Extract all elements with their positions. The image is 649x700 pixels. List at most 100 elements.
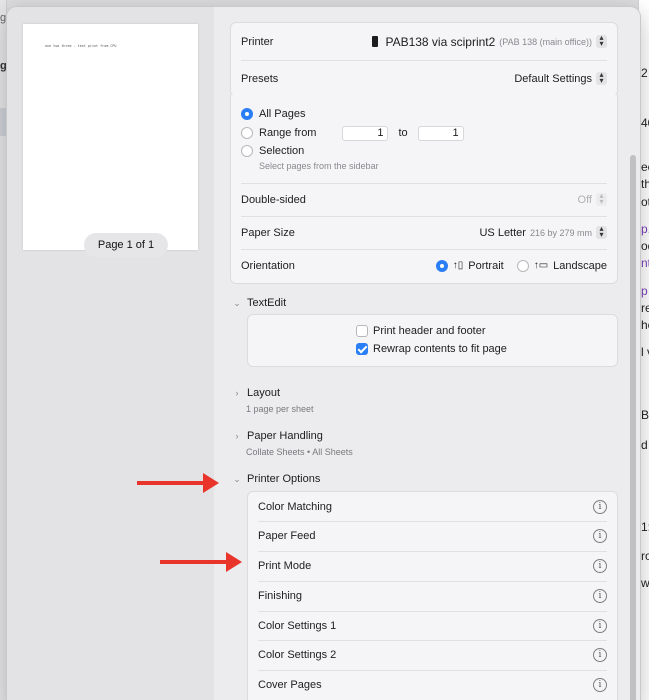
printer-name: PAB138 via sciprint2	[385, 34, 496, 49]
landscape-radio[interactable]	[516, 259, 529, 272]
printer-option-label: Color Settings 1	[258, 619, 337, 632]
printer-option-label: Finishing	[258, 590, 303, 602]
double-sided-row[interactable]: Double-sided Off ▴ ▾	[231, 183, 617, 216]
header-footer-option[interactable]: Print header and footer	[356, 325, 486, 337]
printer-option-row[interactable]: Finishing i	[248, 581, 617, 611]
layout-section-header[interactable]: › Layout	[233, 387, 281, 399]
info-icon[interactable]: i	[593, 618, 607, 633]
printer-option-row[interactable]: Paper Feed i	[248, 521, 617, 551]
portrait-icon: ↑▯	[452, 260, 464, 271]
background-text-fragment: g	[0, 12, 7, 24]
range-radio[interactable]	[241, 127, 253, 139]
background-text-fragment: d	[641, 438, 648, 452]
printer-option-row[interactable]: Color Settings 1 i	[248, 611, 617, 640]
printer-option-label: Color Matching	[258, 500, 332, 513]
paper-size-popup[interactable]: US Letter 216 by 279 mm ▴ ▾	[479, 225, 607, 239]
printer-option-label: Cover Pages	[258, 679, 322, 691]
background-text-fragment: ro	[641, 549, 649, 563]
textedit-card: Print header and footer Rewrap contents …	[247, 314, 618, 367]
background-text-fragment: re	[641, 301, 649, 315]
background-text-fragment: nte	[641, 256, 649, 270]
scrollbar-thumb[interactable]	[630, 155, 636, 700]
portrait-radio[interactable]	[435, 259, 448, 272]
background-text-fragment: g	[0, 60, 7, 72]
presets-popup[interactable]: Default Settings ▴ ▾	[514, 71, 607, 85]
double-sided-popup[interactable]: Off ▴ ▾	[577, 192, 607, 206]
background-selection-bar	[0, 108, 7, 136]
printer-options-section-header[interactable]: ⌄ Printer Options	[233, 473, 320, 485]
presets-row[interactable]: Presets Default Settings ▴ ▾	[231, 60, 617, 97]
preview-text: one two three - test print from CPU	[45, 44, 117, 48]
printer-detail: (PAB 138 (main office))	[499, 36, 592, 47]
header-footer-checkbox[interactable]	[356, 325, 368, 337]
rewrap-label: Rewrap contents to fit page	[373, 343, 507, 355]
stepper-icon: ▴ ▾	[596, 34, 607, 48]
range-option[interactable]: Range from 1 to 1	[231, 124, 617, 142]
background-text-fragment: th	[641, 177, 649, 191]
info-icon[interactable]: i	[593, 678, 607, 692]
printer-row[interactable]: Printer PAB138 via sciprint2 (PAB 138 (m…	[231, 23, 617, 60]
background-text-fragment: 1:1	[641, 520, 649, 534]
info-icon[interactable]: i	[593, 648, 607, 662]
background-left-window	[0, 0, 7, 700]
orientation-options: ↑▯ Portrait ↑▭ Landscape	[435, 259, 607, 272]
info-icon[interactable]: i	[593, 499, 607, 514]
printer-options-card: Color Matching i Paper Feed i Print Mode…	[247, 491, 618, 700]
background-text-fragment: B	[641, 408, 649, 422]
selection-hint: Select pages from the sidebar	[259, 161, 379, 171]
info-icon[interactable]: i	[593, 529, 607, 543]
rewrap-option[interactable]: Rewrap contents to fit page	[356, 343, 507, 355]
settings-pane: Printer PAB138 via sciprint2 (PAB 138 (m…	[214, 7, 640, 700]
preview-pane: one two three - test print from CPU Page…	[7, 7, 214, 700]
background-text-fragment: ot	[641, 195, 649, 209]
chevron-down-icon: ⌄	[233, 473, 241, 484]
printer-option-label: Paper Feed	[258, 530, 316, 542]
textedit-section-header[interactable]: ⌄ TextEdit	[233, 297, 286, 309]
presets-value: Default Settings	[514, 72, 592, 85]
stepper-icon: ▴ ▾	[596, 192, 607, 206]
all-pages-option[interactable]: All Pages	[231, 105, 617, 123]
orientation-label: Orientation	[241, 259, 295, 272]
info-icon[interactable]: i	[593, 589, 607, 603]
printer-popup[interactable]: PAB138 via sciprint2 (PAB 138 (main offi…	[372, 34, 607, 49]
paper-handling-title: Paper Handling	[247, 430, 323, 442]
chevron-right-icon: ›	[235, 431, 239, 441]
background-text-fragment: wa	[641, 576, 649, 590]
range-end-field[interactable]: 1	[417, 125, 464, 141]
all-pages-radio[interactable]	[241, 108, 253, 120]
printer-icon	[372, 36, 379, 47]
background-text-fragment: ee	[641, 160, 649, 174]
printer-option-row[interactable]: Print Mode i	[248, 551, 617, 581]
background-text-fragment: 2 A	[641, 66, 649, 80]
printer-option-label: Print Mode	[258, 560, 312, 572]
landscape-label: Landscape	[553, 259, 607, 272]
rewrap-checkbox[interactable]	[356, 343, 368, 355]
background-text-fragment: 40	[641, 116, 649, 130]
double-sided-value: Off	[577, 193, 592, 206]
info-icon[interactable]: i	[593, 559, 607, 573]
paper-handling-summary: Collate Sheets • All Sheets	[246, 447, 353, 457]
printer-option-row[interactable]: Cover Pages i	[248, 670, 617, 700]
printer-option-row[interactable]: Color Settings 2 i	[248, 640, 617, 670]
page-indicator: Page 1 of 1	[84, 233, 168, 257]
layout-summary: 1 page per sheet	[246, 404, 314, 414]
range-from-label: Range from	[259, 127, 317, 139]
range-start-field[interactable]: 1	[342, 125, 389, 141]
portrait-label: Portrait	[468, 259, 504, 272]
range-to-label: to	[398, 127, 408, 139]
paper-size-label: Paper Size	[241, 226, 295, 239]
paper-size-detail: 216 by 279 mm	[529, 227, 592, 238]
selection-option[interactable]: Selection	[231, 142, 617, 160]
stepper-icon: ▴ ▾	[596, 71, 607, 85]
paper-handling-section-header[interactable]: › Paper Handling	[233, 430, 323, 442]
double-sided-label: Double-sided	[241, 193, 306, 206]
paper-size-value: US Letter	[479, 226, 526, 239]
paper-size-row[interactable]: Paper Size US Letter 216 by 279 mm ▴ ▾	[231, 216, 617, 249]
background-text-fragment: od	[641, 239, 649, 253]
landscape-icon: ↑▭	[533, 260, 549, 271]
selection-radio[interactable]	[241, 145, 253, 157]
printer-option-label: Color Settings 2	[258, 649, 337, 661]
printer-option-row[interactable]: Color Matching i	[248, 492, 617, 521]
page-preview[interactable]: one two three - test print from CPU Page…	[23, 24, 198, 257]
header-footer-label: Print header and footer	[373, 325, 486, 337]
